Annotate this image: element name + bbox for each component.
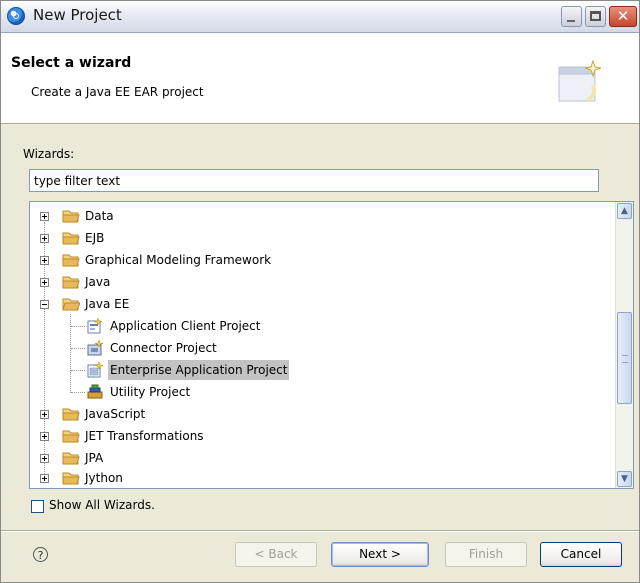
folder-icon bbox=[62, 472, 80, 485]
wizard-header: Select a wizard Create a Java EE EAR pro… bbox=[1, 33, 639, 124]
expand-icon[interactable] bbox=[40, 234, 49, 243]
tree-item-graphical-modeling-framework[interactable]: Graphical Modeling Framework bbox=[30, 250, 610, 270]
tree-item-label: Jython bbox=[85, 471, 123, 485]
tree-item-enterprise-application-project[interactable]: Enterprise Application Project bbox=[30, 360, 610, 380]
tree-item-java[interactable]: Java bbox=[30, 272, 610, 292]
scrollbar-thumb[interactable] bbox=[617, 312, 632, 404]
tree-item-java-ee[interactable]: Java EE bbox=[30, 294, 610, 314]
tree-item-label: Graphical Modeling Framework bbox=[85, 253, 272, 267]
tree-item-label: Java EE bbox=[85, 297, 130, 311]
maximize-button[interactable] bbox=[585, 6, 606, 27]
open-folder-icon bbox=[62, 298, 80, 311]
cancel-button[interactable]: Cancel bbox=[540, 542, 622, 567]
app-client-project-icon bbox=[87, 318, 103, 334]
tree-item-label: Java bbox=[85, 275, 111, 289]
tree-item-application-client-project[interactable]: Application Client Project bbox=[30, 316, 610, 336]
folder-icon bbox=[62, 232, 80, 245]
tree-item-connector-project[interactable]: Connector Project bbox=[30, 338, 610, 358]
tree-item-label: Data bbox=[85, 209, 114, 223]
folder-icon bbox=[62, 452, 80, 465]
tree-item-utility-project[interactable]: Utility Project bbox=[30, 382, 610, 402]
expand-icon[interactable] bbox=[40, 474, 49, 483]
title-bar[interactable]: New Project ✕ bbox=[1, 1, 639, 33]
folder-icon bbox=[62, 408, 80, 421]
window-title: New Project bbox=[33, 6, 122, 24]
wizards-label: Wizards: bbox=[23, 147, 75, 161]
folder-icon bbox=[62, 430, 80, 443]
header-title: Select a wizard bbox=[11, 55, 132, 71]
help-icon[interactable]: ? bbox=[33, 547, 48, 562]
tree-item-jpa[interactable]: JPA bbox=[30, 448, 610, 468]
tree-item-ejb[interactable]: EJB bbox=[30, 228, 610, 248]
tree-item-label: Utility Project bbox=[110, 385, 191, 399]
expand-icon[interactable] bbox=[40, 410, 49, 419]
utility-project-icon bbox=[87, 384, 103, 399]
scroll-down-button[interactable]: ▼ bbox=[617, 471, 632, 487]
tree-item-data[interactable]: Data bbox=[30, 206, 610, 226]
wizard-tree[interactable]: Data EJB Graphical Modeling Framework Ja… bbox=[29, 201, 634, 489]
collapse-icon[interactable] bbox=[40, 300, 49, 309]
folder-icon bbox=[62, 276, 80, 289]
tree-vertical-scrollbar[interactable]: ▲ ▼ bbox=[615, 202, 633, 488]
button-bar-divider bbox=[1, 530, 639, 532]
tree-item-jython[interactable]: Jython bbox=[30, 468, 610, 488]
new-project-dialog: New Project ✕ Select a wizard Create a J… bbox=[0, 0, 640, 583]
tree-item-label: EJB bbox=[85, 231, 105, 245]
tree-item-label: JPA bbox=[85, 451, 104, 465]
wizard-filter-input[interactable] bbox=[29, 169, 599, 192]
tree-item-label: Application Client Project bbox=[110, 319, 261, 333]
tree-item-label: Enterprise Application Project bbox=[108, 360, 290, 380]
tree-item-label: JET Transformations bbox=[85, 429, 204, 443]
close-button[interactable]: ✕ bbox=[609, 6, 637, 27]
finish-button[interactable]: Finish bbox=[445, 542, 527, 567]
new-wizard-graphic-icon bbox=[558, 59, 601, 103]
tree-item-jet-transformations[interactable]: JET Transformations bbox=[30, 426, 610, 446]
ear-project-icon bbox=[87, 362, 103, 378]
show-all-wizards-label: Show All Wizards. bbox=[49, 498, 155, 512]
connector-project-icon bbox=[87, 340, 103, 356]
scroll-up-button[interactable]: ▲ bbox=[617, 203, 632, 219]
expand-icon[interactable] bbox=[40, 212, 49, 221]
header-description: Create a Java EE EAR project bbox=[31, 85, 204, 99]
folder-icon bbox=[62, 254, 80, 267]
tree-item-label: Connector Project bbox=[110, 341, 217, 355]
next-button[interactable]: Next > bbox=[331, 542, 429, 567]
expand-icon[interactable] bbox=[40, 256, 49, 265]
minimize-button[interactable] bbox=[561, 6, 582, 27]
tree-item-javascript[interactable]: JavaScript bbox=[30, 404, 610, 424]
folder-icon bbox=[62, 210, 80, 223]
show-all-wizards-checkbox[interactable] bbox=[31, 500, 44, 513]
tree-item-label: JavaScript bbox=[85, 407, 146, 421]
back-button[interactable]: < Back bbox=[235, 542, 317, 567]
expand-icon[interactable] bbox=[40, 278, 49, 287]
expand-icon[interactable] bbox=[40, 454, 49, 463]
expand-icon[interactable] bbox=[40, 432, 49, 441]
eclipse-app-icon bbox=[7, 7, 25, 25]
